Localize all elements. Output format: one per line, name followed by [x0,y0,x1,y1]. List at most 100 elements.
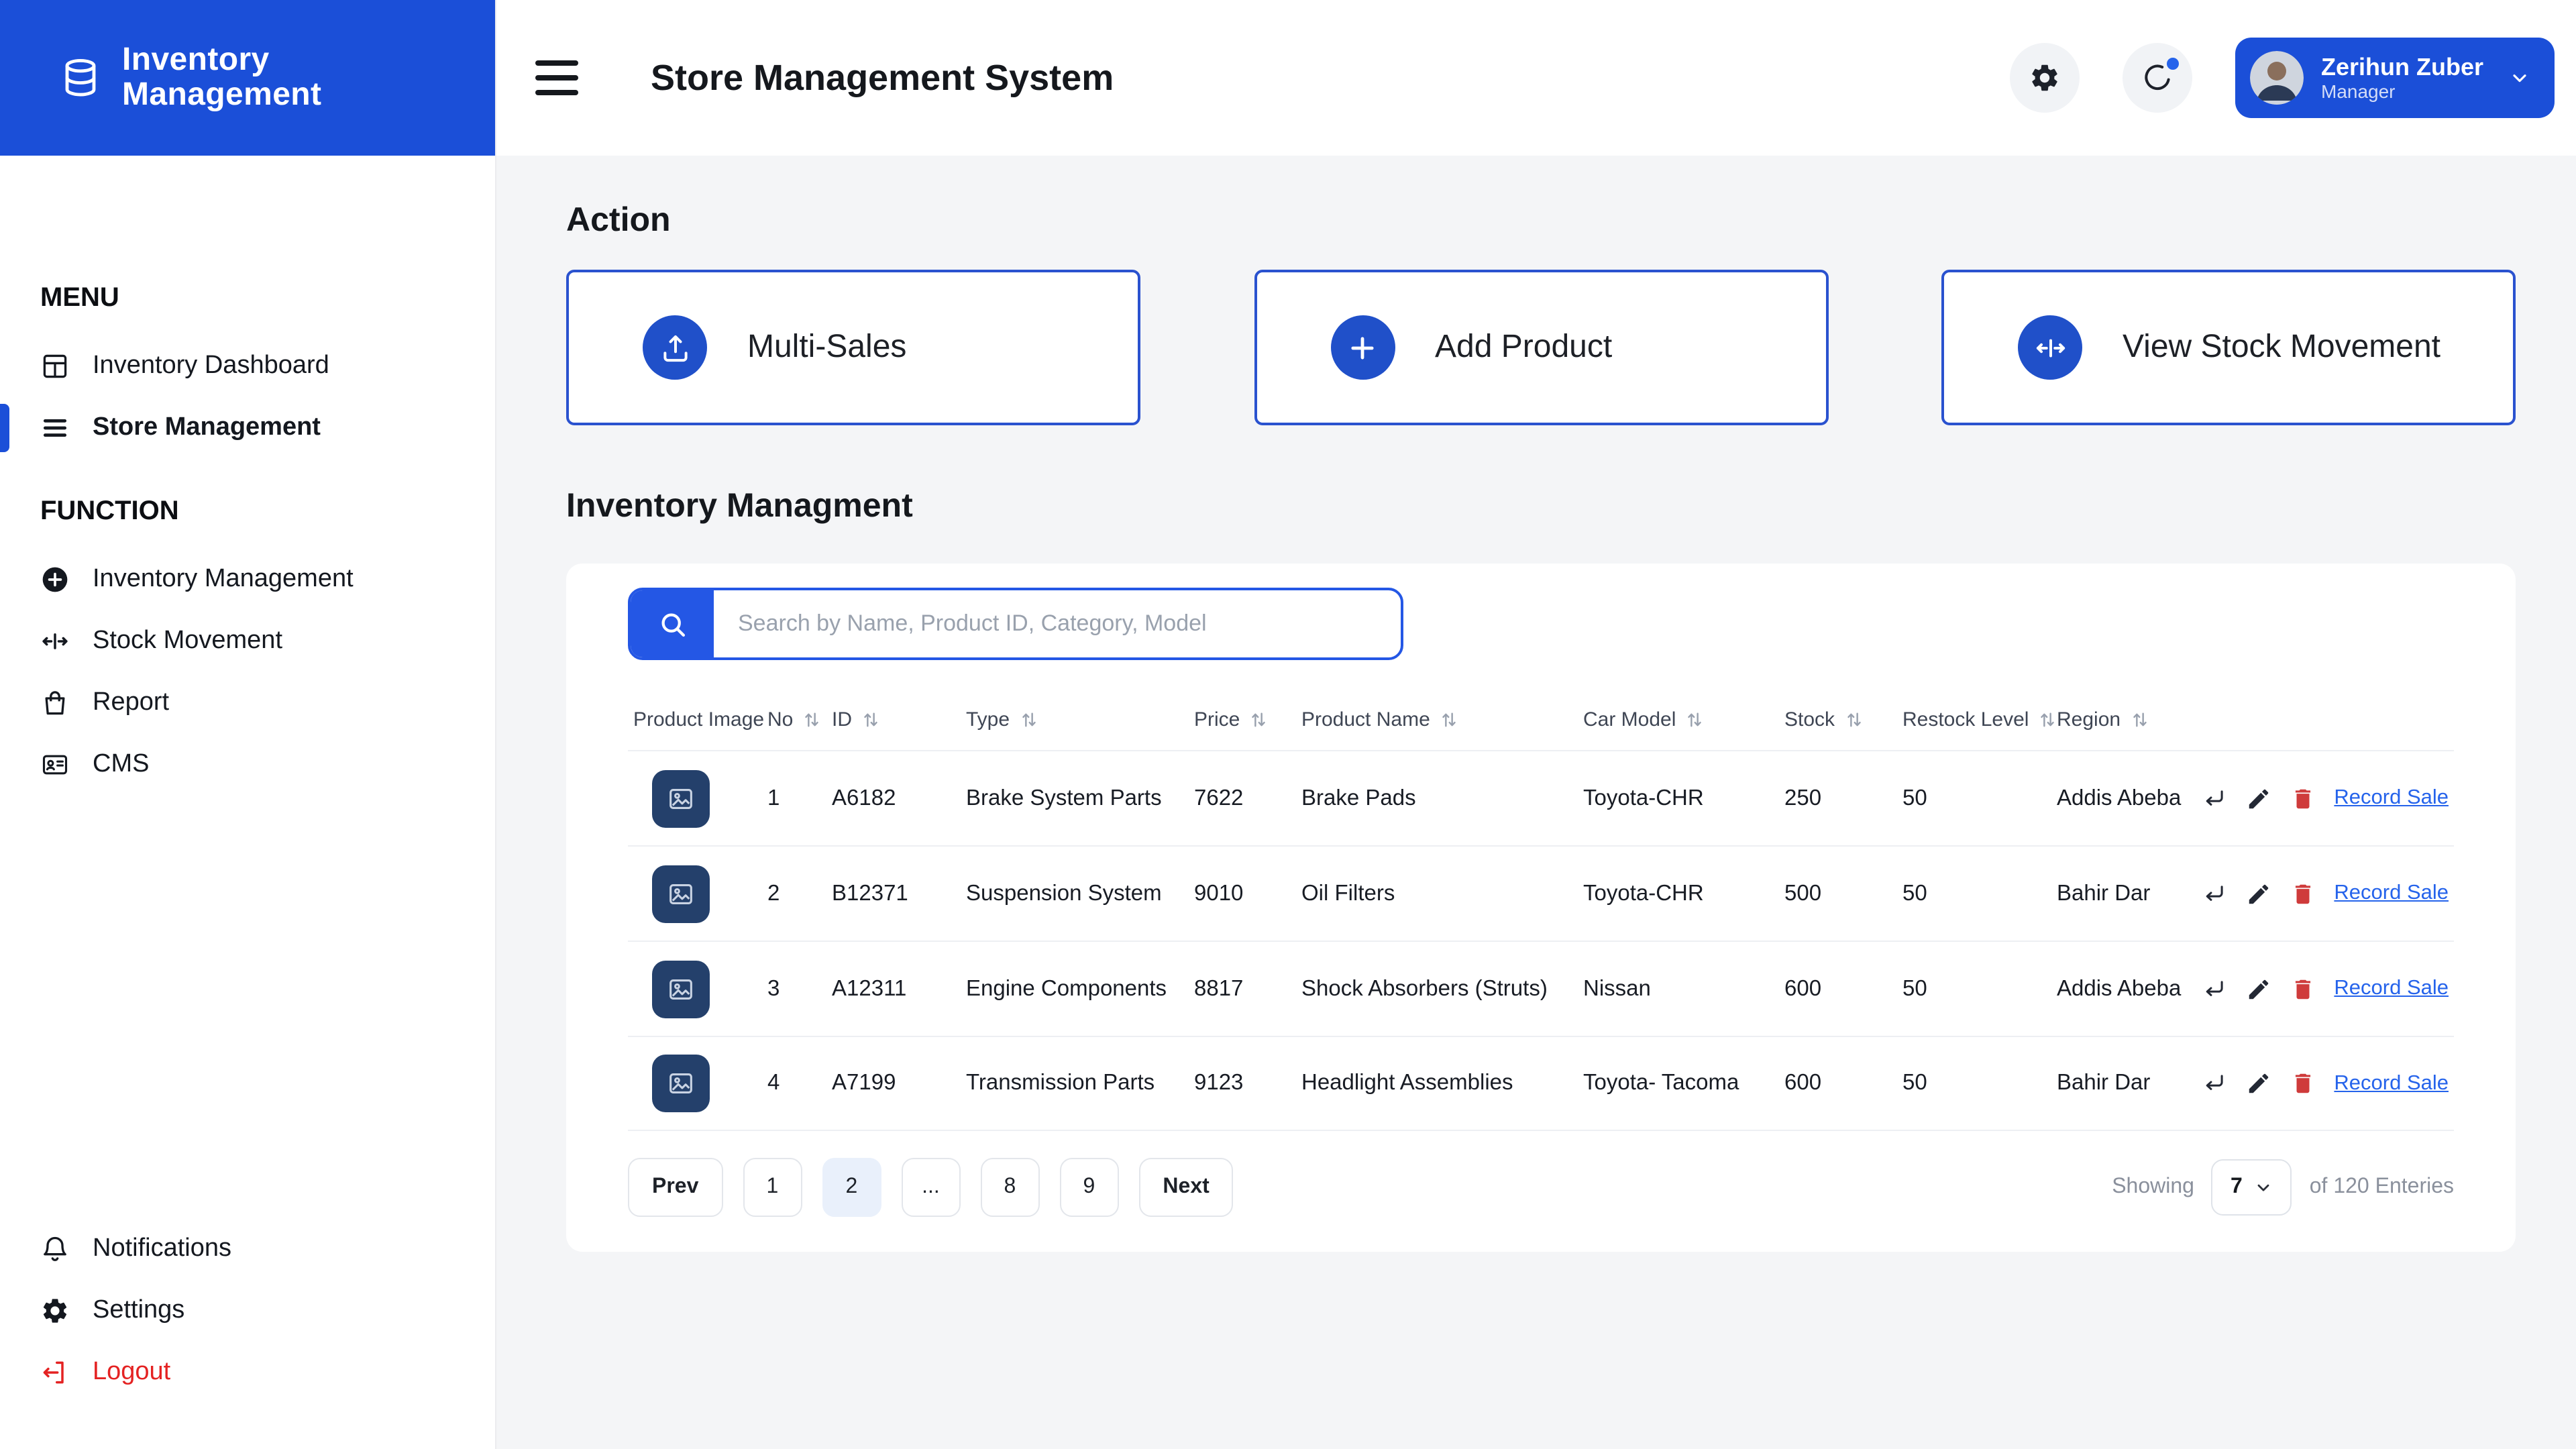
prev-button[interactable]: Prev [628,1158,722,1217]
sidebar-item-stock-movement[interactable]: Stock Movement [0,610,495,672]
logout-icon [40,1358,70,1387]
record-sale-link[interactable]: Record Sale [2334,1071,2449,1095]
sidebar-item-inventory-management[interactable]: Inventory Management [0,549,495,610]
delete-icon[interactable] [2290,976,2315,1002]
inventory-table: Product Image No ID Type Price Product N… [628,703,2454,1131]
sort-icon[interactable] [1441,711,1457,729]
user-meta: Zerihun Zuber Manager [2321,53,2483,102]
user-role: Manager [2321,81,2483,103]
sort-icon[interactable] [2131,711,2147,729]
app-root: Inventory Management MENU Inventory Dash… [0,0,2576,1449]
sidebar-item-label: Inventory Management [93,565,354,594]
topbar-right: Zerihun Zuber Manager [2010,38,2555,118]
delete-icon[interactable] [2290,881,2315,906]
product-image [652,960,710,1018]
stock-movement-icon [40,627,70,656]
gear-icon [40,1296,70,1326]
database-icon [59,56,102,99]
row-actions: Record Sale [2204,786,2449,811]
page-button-8[interactable]: 8 [980,1158,1039,1217]
pagination: Prev 1 2 ... 8 9 Next Showing 7 [628,1158,2454,1217]
sidebar-item-label: Report [93,688,169,718]
sort-icon[interactable] [863,711,879,729]
page-size-select[interactable]: 7 [2212,1159,2292,1216]
inventory-panel: Product Image No ID Type Price Product N… [566,564,2516,1252]
sort-icon[interactable] [1250,711,1267,729]
table-row: 4 A7199 Transmission Parts 9123 Headligh… [628,1036,2454,1131]
sort-icon[interactable] [1845,711,1862,729]
user-name: Zerihun Zuber [2321,53,2483,80]
sidebar-item-cms[interactable]: CMS [0,734,495,796]
plus-icon [1330,315,1395,380]
col-product-name: Product Name [1301,708,1583,731]
add-product-button[interactable]: Add Product [1254,270,1828,425]
col-no: No [767,708,832,731]
page-button-ellipsis[interactable]: ... [901,1158,960,1217]
table-row: 2 B12371 Suspension System 9010 Oil Filt… [628,845,2454,941]
return-icon[interactable] [2201,1071,2226,1096]
image-icon [665,973,696,1004]
product-image [652,865,710,922]
edit-icon[interactable] [2245,1071,2271,1096]
col-car-model: Car Model [1583,708,1784,731]
page-button-2[interactable]: 2 [822,1158,881,1217]
main-area: Store Management System Zerihun Zuber Ma… [496,0,2576,1449]
sort-icon[interactable] [1686,711,1703,729]
brand-logo: Inventory Management [0,0,495,156]
image-icon [665,783,696,814]
return-icon[interactable] [2201,786,2226,811]
sidebar-item-inventory-dashboard[interactable]: Inventory Dashboard [0,335,495,397]
record-sale-link[interactable]: Record Sale [2334,786,2449,810]
view-stock-movement-button[interactable]: View Stock Movement [1941,270,2516,425]
user-menu[interactable]: Zerihun Zuber Manager [2235,38,2555,118]
record-sale-link[interactable]: Record Sale [2334,977,2449,1001]
inventory-section-title: Inventory Managment [566,487,2516,526]
sidebar-item-label: CMS [93,750,149,780]
next-button[interactable]: Next [1138,1158,1233,1217]
return-icon[interactable] [2201,976,2226,1002]
col-restock-level: Restock Level [1902,708,2057,731]
sort-icon[interactable] [2039,711,2055,729]
multi-sales-button[interactable]: Multi-Sales [566,270,1140,425]
delete-icon[interactable] [2290,1071,2315,1096]
settings-button[interactable] [2010,43,2080,113]
notification-dot [2167,58,2179,70]
sidebar-item-report[interactable]: Report [0,672,495,734]
table-header: Product Image No ID Type Price Product N… [628,703,2454,750]
sidebar-item-store-management[interactable]: Store Management [0,397,495,459]
pagination-summary: Showing 7 of 120 Enteries [2112,1159,2454,1216]
row-actions: Record Sale [2204,881,2449,906]
sort-icon[interactable] [1020,711,1036,729]
record-sale-link[interactable]: Record Sale [2334,881,2449,906]
notifications-button[interactable] [2123,43,2192,113]
sort-icon[interactable] [804,711,820,729]
dashboard-icon [40,352,70,381]
sidebar-item-notifications[interactable]: Notifications [0,1218,495,1280]
menu-icon[interactable] [535,60,578,95]
search-button[interactable] [631,590,714,657]
page-button-9[interactable]: 9 [1059,1158,1118,1217]
topbar: Store Management System Zerihun Zuber Ma… [496,0,2576,156]
delete-icon[interactable] [2290,786,2315,811]
sidebar-item-label: Inventory Dashboard [93,352,329,381]
edit-icon[interactable] [2245,976,2271,1002]
sidebar-item-settings[interactable]: Settings [0,1280,495,1342]
col-id: ID [832,708,966,731]
table-row: 1 A6182 Brake System Parts 7622 Brake Pa… [628,750,2454,845]
search-input[interactable] [714,590,1401,657]
stock-movement-icon [2018,315,2082,380]
page-button-1[interactable]: 1 [743,1158,802,1217]
sidebar-item-logout[interactable]: Logout [0,1342,495,1403]
image-icon [665,1068,696,1099]
sidebar-footer: Notifications Settings Logout [0,1218,495,1403]
product-image [652,1055,710,1112]
action-cards: Multi-Sales Add Product View Stock Movem… [566,270,2516,425]
page-title: Store Management System [651,57,1114,99]
chevron-down-icon [2509,67,2530,89]
edit-icon[interactable] [2245,881,2271,906]
page-buttons: Prev 1 2 ... 8 9 Next [628,1158,1234,1217]
action-section-title: Action [566,201,2516,240]
sidebar-section-function: FUNCTION [0,496,495,527]
return-icon[interactable] [2201,881,2226,906]
edit-icon[interactable] [2245,786,2271,811]
